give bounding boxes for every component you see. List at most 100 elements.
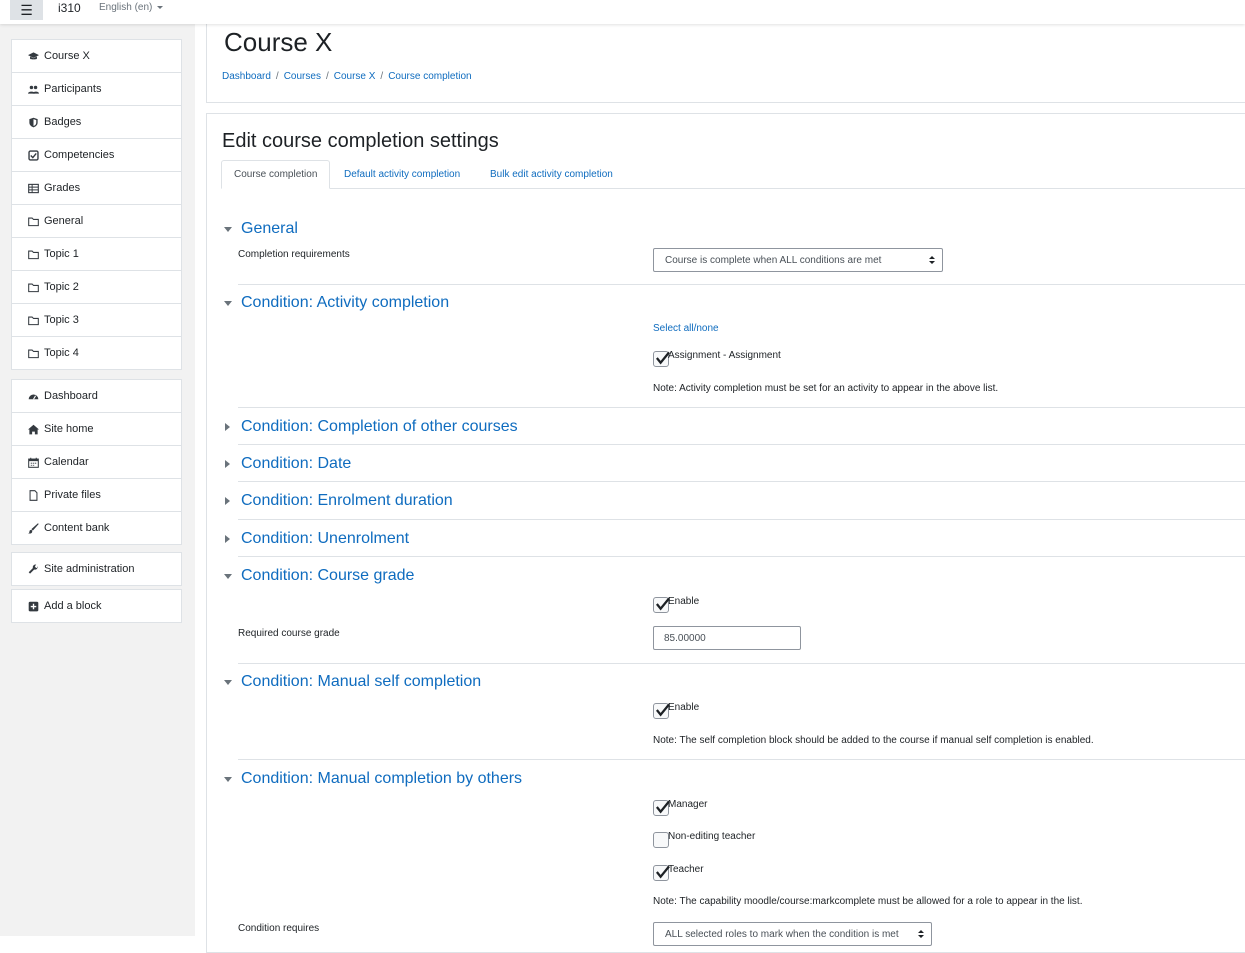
required-course-grade-input[interactable]: 85.00000	[653, 626, 801, 650]
add-block-button[interactable]: Add a block	[11, 589, 182, 623]
role-non-editing-teacher-checkbox[interactable]	[653, 832, 669, 848]
section-title: Condition: Completion of other courses	[241, 418, 518, 435]
section-title: Condition: Date	[241, 455, 352, 472]
section-toggle[interactable]: Condition: Enrolment duration	[222, 491, 1245, 511]
nav-label: Site administration	[44, 563, 135, 575]
self-completion-note: Note: The self completion block should b…	[653, 735, 1094, 746]
nav-item-grades[interactable]: Grades	[11, 171, 182, 205]
page-title: Course X	[224, 27, 333, 57]
nav-item-private-files[interactable]: Private files	[11, 478, 182, 512]
nav-label: Dashboard	[44, 390, 98, 402]
breadcrumb-courses[interactable]: Courses	[284, 71, 321, 82]
settings-heading: Edit course completion settings	[222, 130, 499, 152]
breadcrumb: Dashboard / Courses / Course X / Course comple…	[222, 71, 472, 82]
menu-toggle-button[interactable]: ☰	[10, 0, 43, 20]
breadcrumb-course[interactable]: Course X	[334, 71, 376, 82]
section-divider	[238, 481, 1245, 482]
admin-nav: Site administration	[11, 552, 182, 586]
section-other-courses: Condition: Completion of other courses	[222, 417, 1245, 437]
nav-item-general[interactable]: General	[11, 204, 182, 238]
completion-requirements-select[interactable]: Course is complete when ALL conditions a…	[653, 248, 943, 272]
plus-square-icon	[27, 600, 39, 612]
activity-completion-note: Note: Activity completion must be set fo…	[653, 383, 999, 394]
nav-label: Site home	[44, 423, 94, 435]
select-all-none-link[interactable]: Select all/none	[653, 323, 719, 334]
section-toggle[interactable]: Condition: Date	[222, 454, 1245, 474]
hamburger-icon: ☰	[20, 2, 33, 18]
nav-item-participants[interactable]: Participants	[11, 72, 182, 106]
section-title: Condition: Activity completion	[241, 294, 450, 311]
section-enrolment-duration: Condition: Enrolment duration	[222, 491, 1245, 511]
nav-label: Grades	[44, 182, 81, 194]
file-icon	[27, 489, 39, 501]
nav-item-topic-2[interactable]: Topic 2	[11, 270, 182, 304]
nav-label: Competencies	[44, 149, 115, 161]
language-menu[interactable]: English (en)	[99, 2, 164, 13]
role-manager-checkbox[interactable]	[653, 800, 670, 816]
chevron-right-icon	[225, 535, 230, 543]
breadcrumb-course-completion[interactable]: Course completion	[388, 71, 471, 82]
site-name[interactable]: i310	[58, 1, 81, 15]
table-icon	[27, 182, 39, 194]
nav-item-course[interactable]: Course X	[11, 39, 182, 73]
assignment-checkbox[interactable]	[653, 351, 670, 367]
shield-icon	[27, 116, 39, 128]
breadcrumb-separator: /	[275, 71, 279, 82]
folder-icon	[27, 281, 39, 293]
nav-item-competencies[interactable]: Competencies	[11, 138, 182, 172]
nav-item-site-administration[interactable]: Site administration	[11, 552, 182, 586]
section-toggle[interactable]: Condition: Activity completion	[222, 293, 1245, 313]
nav-item-site-home[interactable]: Site home	[11, 412, 182, 446]
nav-label: General	[44, 215, 84, 227]
nav-item-topic-4[interactable]: Topic 4	[11, 336, 182, 370]
home-icon	[27, 423, 39, 435]
select-value: Course is complete when ALL conditions a…	[665, 254, 882, 266]
section-toggle[interactable]: Condition: Manual self completion	[222, 672, 1245, 692]
nav-label: Course X	[44, 50, 90, 62]
section-divider	[238, 407, 1245, 408]
self-completion-enable-checkbox[interactable]	[653, 703, 670, 719]
chevron-right-icon	[225, 423, 230, 431]
site-nav: Dashboard Site home Calendar Private fil…	[11, 379, 182, 545]
section-toggle[interactable]: Condition: Unenrolment	[222, 529, 1245, 549]
wrench-icon	[27, 563, 39, 575]
section-manual-completion-by-others: Condition: Manual completion by others	[222, 769, 1245, 789]
tab-default-activity-completion[interactable]: Default activity completion	[332, 160, 472, 189]
tab-course-completion[interactable]: Course completion	[221, 160, 331, 189]
select-value: ALL selected roles to mark when the cond…	[665, 928, 899, 940]
nav-label: Calendar	[44, 456, 89, 468]
nav-item-content-bank[interactable]: Content bank	[11, 511, 182, 545]
nav-item-badges[interactable]: Badges	[11, 105, 182, 139]
role-manager-label: Manager	[668, 799, 708, 810]
section-title: Condition: Manual completion by others	[241, 770, 523, 787]
role-teacher-checkbox[interactable]	[653, 865, 670, 881]
section-title: Condition: Enrolment duration	[241, 492, 453, 509]
capability-note: Note: The capability moodle/course:markc…	[653, 896, 1083, 907]
nav-item-topic-1[interactable]: Topic 1	[11, 237, 182, 271]
section-divider	[238, 759, 1245, 760]
nav-item-calendar[interactable]: Calendar	[11, 445, 182, 479]
nav-drawer: Course X Participants Badges Competencie…	[0, 24, 195, 936]
nav-item-dashboard[interactable]: Dashboard	[11, 379, 182, 413]
condition-requires-select[interactable]: ALL selected roles to mark when the cond…	[653, 922, 932, 946]
section-toggle[interactable]: Condition: Course grade	[222, 566, 1245, 586]
section-activity-completion: Condition: Activity completion	[222, 293, 1245, 313]
section-toggle[interactable]: Condition: Manual completion by others	[222, 769, 1245, 789]
section-manual-self-completion: Condition: Manual self completion	[222, 672, 1245, 692]
section-toggle[interactable]: Condition: Completion of other courses	[222, 417, 1245, 437]
folder-icon	[27, 314, 39, 326]
caret-down-icon	[157, 5, 164, 9]
breadcrumb-separator: /	[380, 71, 384, 82]
tab-bulk-edit-activity-completion[interactable]: Bulk edit activity completion	[478, 160, 625, 189]
breadcrumb-separator: /	[325, 71, 329, 82]
section-toggle[interactable]: General	[222, 219, 1245, 239]
graduation-cap-icon	[27, 50, 39, 62]
nav-label: Topic 2	[44, 281, 79, 293]
course-grade-enable-checkbox[interactable]	[653, 597, 670, 613]
breadcrumb-dashboard[interactable]: Dashboard	[222, 71, 271, 82]
nav-item-topic-3[interactable]: Topic 3	[11, 303, 182, 337]
main-content: Edit course completion settings Course c…	[206, 113, 1245, 953]
role-non-editing-teacher-label: Non-editing teacher	[668, 831, 756, 842]
chevron-down-icon	[224, 573, 232, 579]
nav-label: Topic 3	[44, 314, 79, 326]
